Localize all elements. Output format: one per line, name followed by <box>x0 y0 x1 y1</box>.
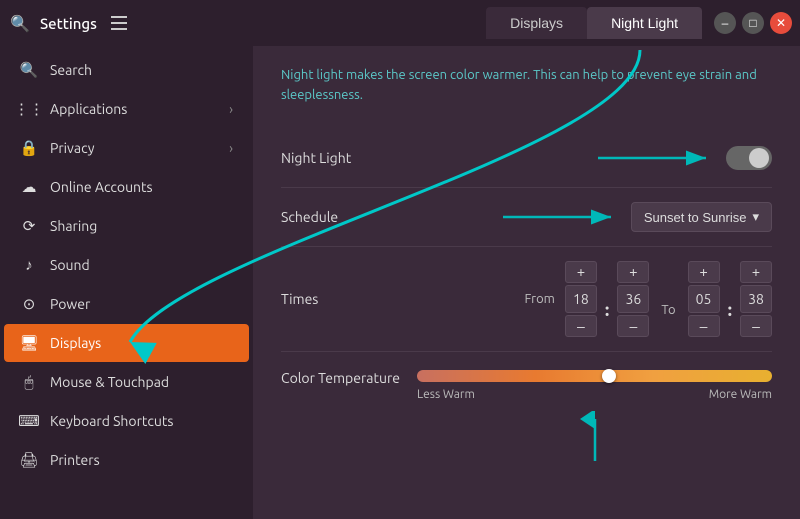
night-light-toggle-area <box>401 143 772 173</box>
arrow-up-to-slider <box>565 411 625 461</box>
tab-displays[interactable]: Displays <box>486 7 587 39</box>
title-bar-left: 🔍 Settings <box>8 9 486 37</box>
from-hour-group: + 18 – <box>565 261 597 337</box>
sidebar-item-search[interactable]: 🔍 Search <box>4 51 249 89</box>
search-icon: 🔍 <box>20 61 38 79</box>
from-hour-increment[interactable]: + <box>565 261 597 283</box>
night-light-description: Night light makes the screen color warme… <box>281 66 772 105</box>
minimize-button[interactable]: – <box>714 12 736 34</box>
to-hour-group: + 05 – <box>688 261 720 337</box>
arrow-to-toggle <box>598 143 718 173</box>
sidebar: 🔍 Search ⋮⋮ Applications › 🔒 Privacy › ☁… <box>0 46 253 519</box>
from-label: From <box>525 292 555 306</box>
online-accounts-icon: ☁ <box>20 178 38 196</box>
night-light-label: Night Light <box>281 150 401 166</box>
tab-bar: Displays Night Light <box>486 7 702 39</box>
power-icon: ⊙ <box>20 295 38 313</box>
more-warm-label: More Warm <box>709 388 772 401</box>
main-layout: 🔍 Search ⋮⋮ Applications › 🔒 Privacy › ☁… <box>0 46 800 519</box>
sidebar-item-keyboard-shortcuts[interactable]: ⌨ Keyboard Shortcuts <box>4 402 249 440</box>
sidebar-item-label: Privacy <box>50 140 217 156</box>
color-temperature-labels: Less Warm More Warm <box>417 388 772 401</box>
sidebar-item-label: Online Accounts <box>50 179 233 195</box>
sidebar-item-privacy[interactable]: 🔒 Privacy › <box>4 129 249 167</box>
sidebar-item-power[interactable]: ⊙ Power <box>4 285 249 323</box>
schedule-dropdown-area: Sunset to Sunrise ▾ <box>401 202 772 232</box>
sidebar-item-label: Power <box>50 296 233 312</box>
sharing-icon: ⟳ <box>20 217 38 235</box>
color-temperature-area: Less Warm More Warm <box>401 370 772 461</box>
sidebar-item-label: Sound <box>50 257 233 273</box>
privacy-icon: 🔒 <box>20 139 38 157</box>
schedule-label: Schedule <box>281 209 401 225</box>
to-hour-increment[interactable]: + <box>688 261 720 283</box>
sidebar-item-mouse-touchpad[interactable]: 🖱 Mouse & Touchpad <box>4 363 249 401</box>
from-minute-group: + 36 – <box>617 261 649 337</box>
schedule-dropdown-button[interactable]: Sunset to Sunrise ▾ <box>631 202 772 232</box>
from-minute-increment[interactable]: + <box>617 261 649 283</box>
sidebar-item-printers[interactable]: 🖨 Printers <box>4 441 249 479</box>
schedule-row: Schedule Sunset to Sunrise ▾ <box>281 188 772 247</box>
times-label: Times <box>281 291 401 307</box>
arrow-to-schedule <box>503 202 623 232</box>
from-minute-decrement[interactable]: – <box>617 315 649 337</box>
sidebar-item-label: Printers <box>50 452 233 468</box>
maximize-button[interactable]: □ <box>742 12 764 34</box>
times-area: From + 18 – : + 36 – To + 0 <box>401 261 772 337</box>
times-row: Times From + 18 – : + 36 – To <box>281 247 772 352</box>
arrow-to-slider <box>417 411 772 461</box>
sidebar-item-applications[interactable]: ⋮⋮ Applications › <box>4 90 249 128</box>
sidebar-item-label: Search <box>50 62 233 78</box>
from-minute-value: 36 <box>617 285 649 313</box>
sidebar-item-label: Sharing <box>50 218 233 234</box>
toggle-knob <box>749 148 769 168</box>
sidebar-item-label: Mouse & Touchpad <box>50 374 233 390</box>
night-light-row: Night Light <box>281 129 772 188</box>
to-hour-decrement[interactable]: – <box>688 315 720 337</box>
app-title: Settings <box>40 15 97 32</box>
time-colon-2: : <box>728 300 732 320</box>
sidebar-item-displays[interactable]: 🖥 Displays <box>4 324 249 362</box>
schedule-value: Sunset to Sunrise <box>644 210 747 225</box>
title-bar: 🔍 Settings Displays Night Light – □ ✕ <box>0 0 800 46</box>
applications-icon: ⋮⋮ <box>20 100 38 118</box>
color-temperature-thumb[interactable] <box>602 369 616 383</box>
sidebar-item-online-accounts[interactable]: ☁ Online Accounts <box>4 168 249 206</box>
sound-icon: ♪ <box>20 256 38 274</box>
sidebar-item-label: Displays <box>50 335 233 351</box>
from-hour-decrement[interactable]: – <box>565 315 597 337</box>
from-hour-value: 18 <box>565 285 597 313</box>
tab-night-light[interactable]: Night Light <box>587 7 702 39</box>
to-minute-group: + 38 – <box>740 261 772 337</box>
time-colon-1: : <box>605 300 609 320</box>
night-light-toggle[interactable] <box>726 146 772 170</box>
window-controls: – □ ✕ <box>714 12 792 34</box>
sidebar-item-sound[interactable]: ♪ Sound <box>4 246 249 284</box>
to-hour-value: 05 <box>688 285 720 313</box>
displays-icon: 🖥 <box>20 334 38 352</box>
to-minute-increment[interactable]: + <box>740 261 772 283</box>
sidebar-item-label: Applications <box>50 101 217 117</box>
chevron-right-icon: › <box>229 101 233 117</box>
content-area: Night light makes the screen color warme… <box>253 46 800 519</box>
color-temperature-track <box>417 370 772 382</box>
color-temperature-slider[interactable] <box>417 370 772 382</box>
to-minute-value: 38 <box>740 285 772 313</box>
sidebar-item-label: Keyboard Shortcuts <box>50 413 233 429</box>
keyboard-icon: ⌨ <box>20 412 38 430</box>
less-warm-label: Less Warm <box>417 388 475 401</box>
color-temperature-row: Color Temperature Less Warm More Warm <box>281 352 772 475</box>
menu-button[interactable] <box>105 9 133 37</box>
color-temperature-label: Color Temperature <box>281 370 401 386</box>
search-icon: 🔍 <box>8 11 32 35</box>
close-button[interactable]: ✕ <box>770 12 792 34</box>
mouse-icon: 🖱 <box>20 373 38 391</box>
printers-icon: 🖨 <box>20 451 38 469</box>
chevron-down-icon: ▾ <box>752 209 759 225</box>
sidebar-item-sharing[interactable]: ⟳ Sharing <box>4 207 249 245</box>
chevron-right-icon: › <box>229 140 233 156</box>
to-label: To <box>661 303 675 317</box>
to-minute-decrement[interactable]: – <box>740 315 772 337</box>
